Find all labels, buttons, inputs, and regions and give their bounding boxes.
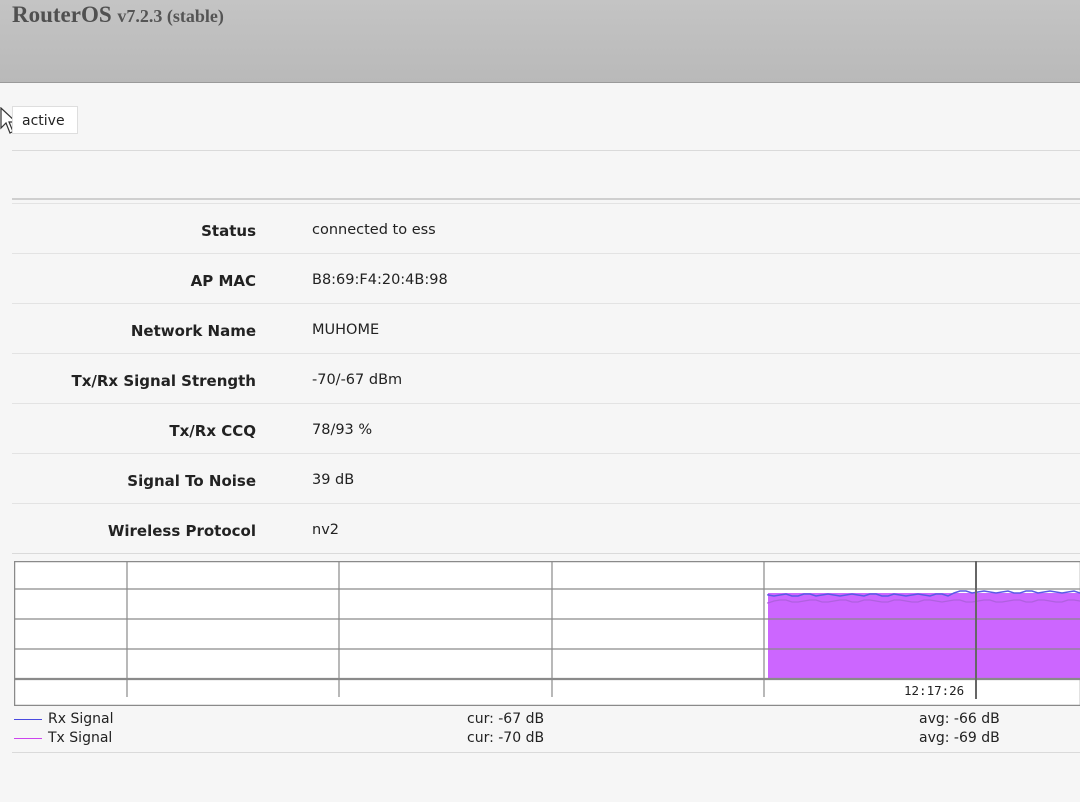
detail-row: AP MAC B8:69:F4:20:4B:98 xyxy=(12,253,1080,304)
app-title: RouterOS v7.2.3 (stable) xyxy=(12,2,224,28)
detail-label: AP MAC xyxy=(190,272,256,290)
legend-current-value: cur: -67 dB xyxy=(467,711,545,727)
version-label: v7.2.3 (stable) xyxy=(117,6,224,26)
divider xyxy=(12,553,1080,554)
detail-row: Signal To Noise 39 dB xyxy=(12,453,1080,504)
detail-label: Status xyxy=(201,222,256,240)
detail-row: Wireless Protocol nv2 xyxy=(12,503,1080,554)
detail-row: Status connected to ess xyxy=(12,203,1080,254)
detail-label: Wireless Protocol xyxy=(107,522,256,540)
detail-row: Network Name MUHOME xyxy=(12,303,1080,354)
detail-value: 78/93 % xyxy=(312,422,373,438)
brand-name: RouterOS xyxy=(12,2,112,27)
detail-label: Network Name xyxy=(130,322,256,340)
divider xyxy=(12,198,1080,200)
time-label: 12:17:26 xyxy=(904,683,964,698)
legend-current-value: cur: -70 dB xyxy=(467,730,545,746)
legend-swatch xyxy=(14,719,42,720)
tab-active[interactable]: active xyxy=(12,106,78,134)
detail-value: 39 dB xyxy=(312,472,355,488)
tx-signal-area xyxy=(768,593,1080,679)
detail-value: B8:69:F4:20:4B:98 xyxy=(312,272,448,288)
detail-row: Tx/Rx Signal Strength -70/-67 dBm xyxy=(12,353,1080,404)
legend-row: Rx Signal cur: -67 dB avg: -66 dB xyxy=(14,710,1080,728)
legend-average-value: avg: -66 dB xyxy=(919,711,1000,727)
detail-value: MUHOME xyxy=(312,322,380,338)
signal-graph: 12:17:26 xyxy=(14,561,1080,706)
divider xyxy=(12,150,1080,151)
detail-label: Signal To Noise xyxy=(127,472,256,490)
top-header: RouterOS v7.2.3 (stable) xyxy=(0,0,1080,83)
detail-label: Tx/Rx CCQ xyxy=(169,422,256,440)
detail-value: connected to ess xyxy=(312,222,436,238)
legend-swatch xyxy=(14,738,42,739)
detail-value: nv2 xyxy=(312,522,339,538)
legend-series-name: Rx Signal xyxy=(48,711,114,727)
detail-row: Tx/Rx CCQ 78/93 % xyxy=(12,403,1080,454)
detail-label: Tx/Rx Signal Strength xyxy=(71,372,257,390)
legend-average-value: avg: -69 dB xyxy=(919,730,1000,746)
legend-series-name: Tx Signal xyxy=(48,730,113,746)
detail-value: -70/-67 dBm xyxy=(312,372,403,388)
legend-row: Tx Signal cur: -70 dB avg: -69 dB xyxy=(14,729,1080,747)
divider xyxy=(12,752,1080,753)
